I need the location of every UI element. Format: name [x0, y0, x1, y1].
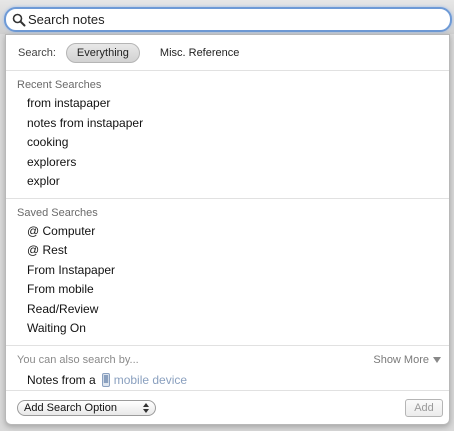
scope-label: Search: [18, 46, 56, 59]
saved-search-item[interactable]: From Instapaper [6, 261, 449, 281]
add-search-option-label: Add Search Option [24, 401, 117, 414]
recent-searches-section: Recent Searches from instapaper notes fr… [6, 71, 449, 199]
saved-search-item[interactable]: Read/Review [6, 300, 449, 320]
recent-search-item[interactable]: explorers [6, 153, 449, 173]
recent-search-item[interactable]: cooking [6, 133, 449, 153]
also-search-section: You can also search by... Show More Note… [6, 346, 449, 396]
scope-everything-button[interactable]: Everything [65, 42, 140, 63]
search-input[interactable] [28, 12, 428, 27]
add-button[interactable]: Add [405, 398, 443, 417]
saved-search-item[interactable]: @ Computer [6, 222, 449, 242]
also-search-header: You can also search by... Show More [6, 354, 449, 366]
popover-footer: Add Search Option Add [6, 390, 449, 424]
recent-search-item[interactable]: from instapaper [6, 94, 449, 114]
saved-searches-title: Saved Searches [17, 206, 98, 219]
saved-searches-section: Saved Searches @ Computer @ Rest From In… [6, 199, 449, 346]
search-field[interactable] [4, 7, 452, 32]
saved-search-item[interactable]: From mobile [6, 280, 449, 300]
device-prefix: Notes from a [27, 372, 96, 387]
magnifier-icon [12, 13, 26, 26]
show-more-label: Show More [373, 353, 429, 366]
saved-search-item[interactable]: @ Rest [6, 241, 449, 261]
search-popover: Search: Everything Misc. Reference Recen… [5, 34, 450, 425]
scope-bar: Search: Everything Misc. Reference [6, 35, 449, 71]
recent-search-item[interactable]: explor [6, 172, 449, 192]
recent-searches-title: Recent Searches [17, 79, 102, 91]
saved-search-item[interactable]: Waiting On [6, 319, 449, 339]
device-search-row[interactable]: Notes from a mobile device [6, 370, 449, 390]
add-search-option-select[interactable]: Add Search Option [17, 399, 156, 416]
triangle-down-icon [433, 356, 441, 363]
show-more-button[interactable]: Show More [373, 354, 441, 366]
scope-misc-reference-button[interactable]: Misc. Reference [150, 44, 249, 62]
mobile-phone-icon [101, 372, 110, 387]
also-search-title: You can also search by... [17, 353, 139, 366]
recent-search-item[interactable]: notes from instapaper [6, 114, 449, 134]
updown-arrows-icon [143, 402, 149, 413]
mobile-device-link[interactable]: mobile device [114, 373, 187, 387]
